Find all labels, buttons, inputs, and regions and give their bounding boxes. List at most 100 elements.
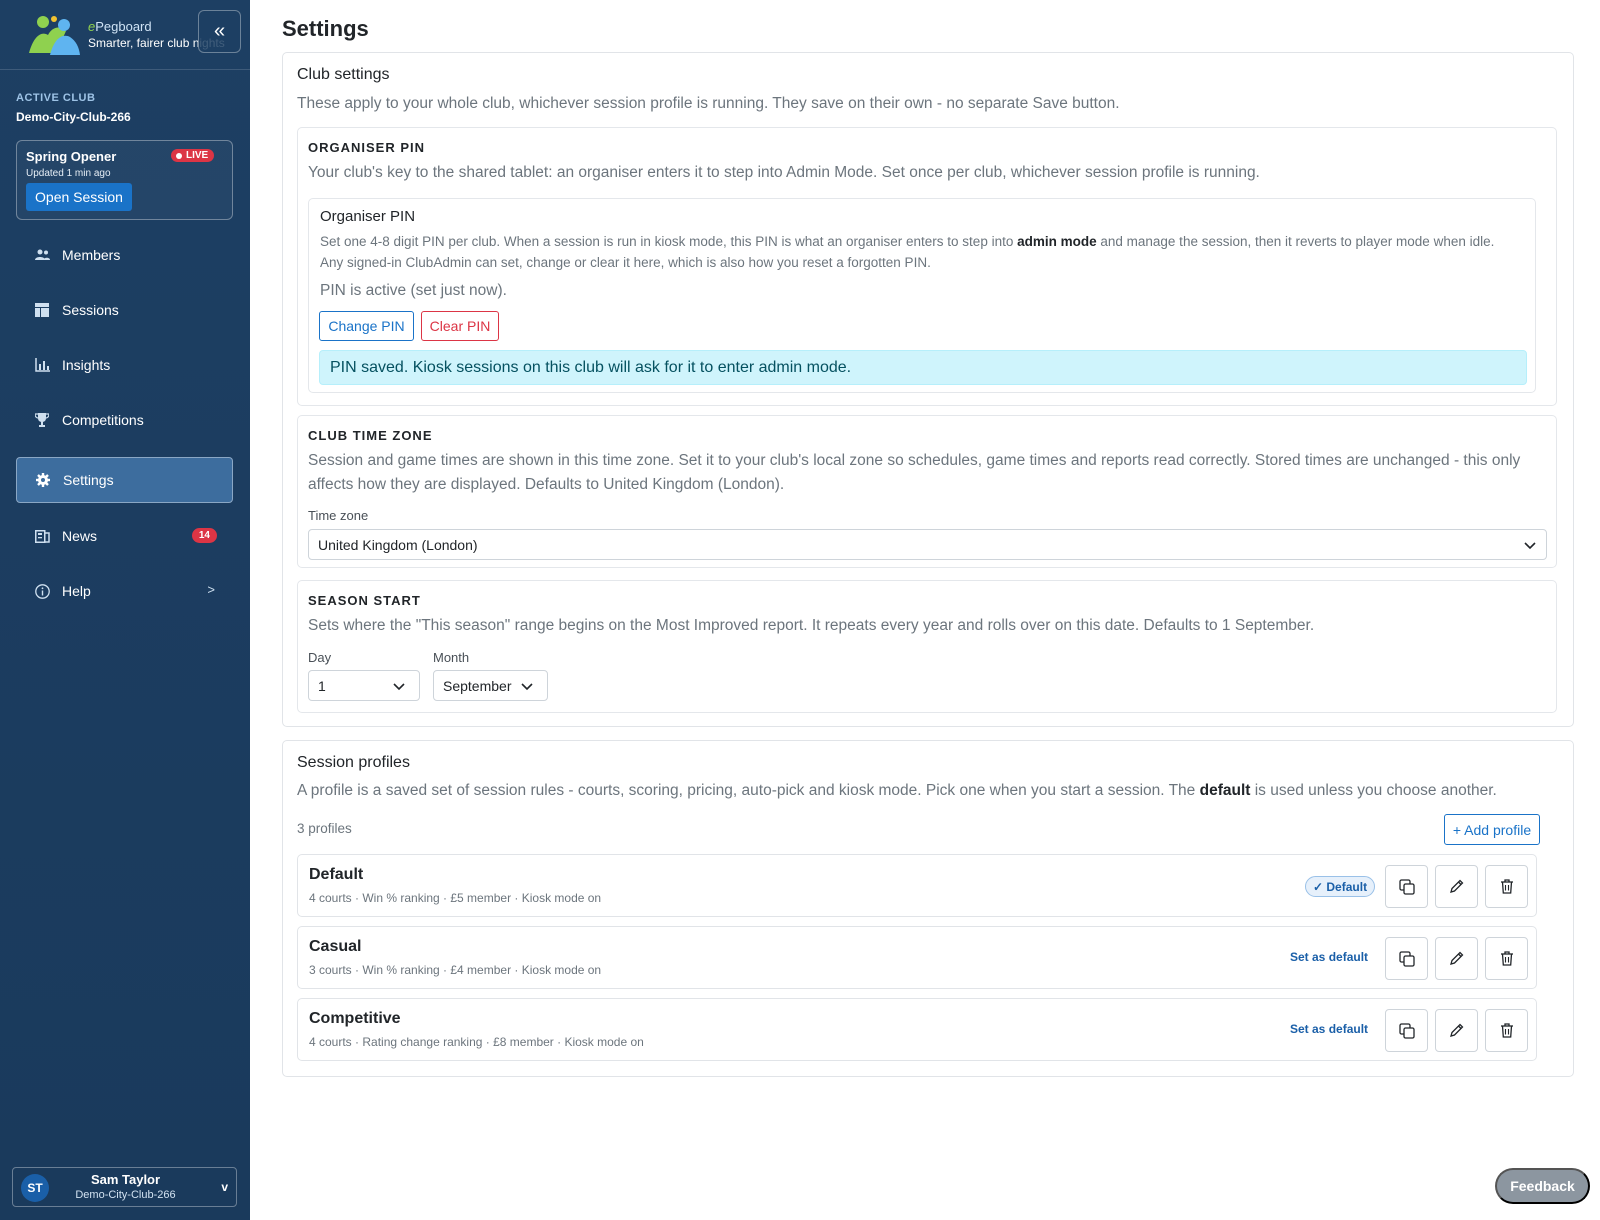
clear-pin-button[interactable]: Clear PIN	[421, 311, 499, 341]
sidebar-item-competitions[interactable]: Competitions	[16, 397, 233, 443]
trophy-icon	[34, 412, 50, 428]
logo-icon	[29, 15, 80, 55]
club-settings-title: Club settings	[297, 66, 390, 83]
live-session-updated: Updated 1 min ago	[26, 168, 111, 179]
sidebar-item-settings[interactable]: Settings	[16, 457, 233, 503]
profile-row-casual: Casual 3 courts · Win % ranking · £4 mem…	[297, 926, 1537, 989]
duplicate-profile-button[interactable]	[1385, 937, 1428, 980]
feedback-button[interactable]: Feedback	[1495, 1168, 1590, 1204]
gear-icon	[35, 472, 51, 488]
members-icon	[34, 247, 50, 263]
page-title: Settings	[282, 16, 369, 41]
brand: ePegboard Smarter, fairer club nights «	[0, 0, 250, 70]
pin-status: PIN is active (set just now).	[320, 282, 507, 299]
active-club-label: ACTIVE CLUB	[16, 92, 96, 104]
sessions-icon	[34, 302, 50, 318]
edit-profile-button[interactable]	[1435, 937, 1478, 980]
sidebar-item-members[interactable]: Members	[16, 232, 233, 278]
organiser-pin-description: Your club's key to the shared tablet: an…	[308, 164, 1260, 181]
copy-icon	[1398, 878, 1415, 895]
pencil-icon	[1450, 1023, 1464, 1037]
add-profile-button[interactable]: + Add profile	[1444, 814, 1540, 845]
active-club-name: Demo-City-Club-266	[16, 110, 131, 124]
sidebar-item-label: Settings	[63, 472, 114, 488]
profile-name: Casual	[309, 938, 362, 955]
profile-row-competitive: Competitive 4 courts · Rating change ran…	[297, 998, 1537, 1061]
profile-row-default: Default 4 courts · Win % ranking · £5 me…	[297, 854, 1537, 917]
day-select[interactable]: 1	[308, 670, 420, 701]
duplicate-profile-button[interactable]	[1385, 865, 1428, 908]
sidebar-item-label: Sessions	[62, 302, 119, 318]
live-badge: LIVE	[171, 149, 215, 162]
profile-meta: 4 courts · Rating change ranking · £8 me…	[309, 1035, 644, 1049]
time-zone-heading: CLUB TIME ZONE	[308, 428, 433, 443]
sidebar-item-label: Competitions	[62, 412, 144, 428]
season-start-section: SEASON START Sets where the "This season…	[297, 580, 1557, 713]
chevron-down-icon	[393, 683, 405, 691]
organiser-pin-box-title: Organiser PIN	[320, 208, 416, 225]
user-menu[interactable]: ST Sam Taylor Demo-City-Club-266 v	[12, 1167, 237, 1207]
duplicate-profile-button[interactable]	[1385, 1009, 1428, 1052]
season-start-description: Sets where the "This season" range begin…	[308, 617, 1315, 634]
pencil-icon	[1450, 879, 1464, 893]
chevron-down-icon	[1524, 542, 1536, 550]
insights-icon	[34, 357, 50, 373]
sidebar-item-label: Help	[62, 583, 91, 599]
open-session-button[interactable]: Open Session	[26, 183, 132, 211]
month-label: Month	[433, 650, 470, 665]
sidebar-item-help[interactable]: Help >	[16, 568, 233, 614]
delete-profile-button[interactable]	[1485, 937, 1528, 980]
organiser-pin-help: Set one 4-8 digit PIN per club. When a s…	[320, 234, 1495, 270]
collapse-sidebar-button[interactable]: «	[198, 10, 241, 53]
info-icon	[34, 583, 50, 599]
sidebar-item-sessions[interactable]: Sessions	[16, 287, 233, 333]
user-name: Sam Taylor	[90, 1172, 161, 1187]
time-zone-label: Time zone	[308, 508, 369, 523]
sidebar-item-news[interactable]: News 14	[16, 513, 233, 559]
change-pin-button[interactable]: Change PIN	[319, 311, 414, 341]
profile-count: 3 profiles	[297, 821, 352, 836]
sidebar-item-insights[interactable]: Insights	[16, 342, 233, 388]
day-label: Day	[308, 650, 332, 665]
day-value: 1	[318, 677, 326, 694]
trash-icon	[1500, 951, 1513, 966]
chevron-down-icon: v	[221, 1180, 228, 1194]
month-value: September	[443, 677, 512, 694]
user-club: Demo-City-Club-266	[75, 1189, 176, 1201]
month-select[interactable]: September	[433, 670, 548, 701]
session-profiles-title: Session profiles	[297, 754, 410, 771]
session-profiles-card: Session profiles A profile is a saved se…	[282, 740, 1574, 1077]
delete-profile-button[interactable]	[1485, 1009, 1528, 1052]
pencil-icon	[1450, 951, 1464, 965]
sidebar: ePegboard Smarter, fairer club nights « …	[0, 0, 250, 1220]
trash-icon	[1500, 1023, 1513, 1038]
trash-icon	[1500, 879, 1513, 894]
delete-profile-button[interactable]	[1485, 865, 1528, 908]
live-dot-icon	[176, 152, 182, 159]
time-zone-description: Session and game times are shown in this…	[308, 452, 1521, 493]
organiser-pin-heading: ORGANISER PIN	[308, 140, 426, 155]
pin-saved-alert: PIN saved. Kiosk sessions on this club w…	[319, 350, 1527, 385]
profile-name: Default	[309, 866, 364, 883]
set-as-default-link[interactable]: Set as default	[1290, 1022, 1368, 1036]
live-session-title: Spring Opener	[26, 149, 117, 164]
season-start-heading: SEASON START	[308, 593, 421, 608]
profile-meta: 3 courts · Win % ranking · £4 member · K…	[309, 963, 602, 977]
set-as-default-link[interactable]: Set as default	[1290, 950, 1368, 964]
club-settings-description: These apply to your whole club, whicheve…	[297, 95, 1120, 112]
live-session-card: Spring Opener LIVE Updated 1 min ago Ope…	[16, 140, 233, 220]
time-zone-select[interactable]: United Kingdom (London)	[308, 529, 1547, 560]
news-count-badge: 14	[191, 528, 217, 543]
default-badge: ✓ Default	[1305, 876, 1376, 897]
profile-meta: 4 courts · Win % ranking · £5 member · K…	[309, 891, 602, 905]
profile-name: Competitive	[309, 1010, 401, 1027]
sidebar-item-label: News	[62, 528, 98, 544]
edit-profile-button[interactable]	[1435, 865, 1478, 908]
sidebar-item-label: Insights	[62, 357, 111, 373]
chevron-down-icon	[521, 683, 533, 691]
edit-profile-button[interactable]	[1435, 1009, 1478, 1052]
sidebar-item-label: Members	[62, 247, 121, 263]
club-settings-card: Club settings These apply to your whole …	[282, 52, 1574, 727]
session-profiles-description: A profile is a saved set of session rule…	[297, 782, 1497, 799]
organiser-pin-box: Organiser PIN Set one 4-8 digit PIN per …	[308, 198, 1536, 393]
